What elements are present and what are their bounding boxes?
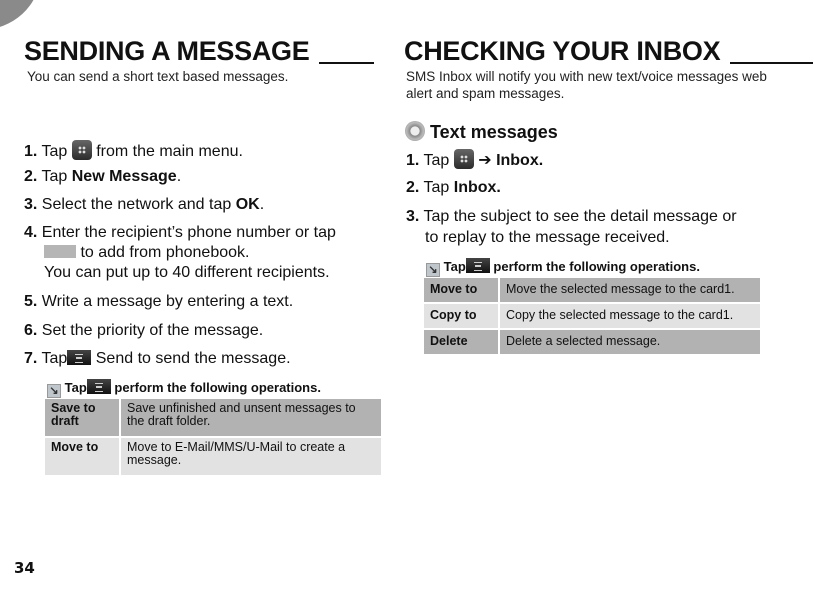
table-value: Copy the selected message to the card1. [500, 304, 760, 328]
right-subtitle-2: alert and spam messages. [406, 86, 565, 101]
step-bold: Inbox. [453, 179, 501, 196]
table-key: Save to draft [45, 399, 119, 436]
step-text: from the main menu. [96, 143, 243, 160]
inbox-step-2: 2. Tap Inbox. [406, 178, 501, 198]
tip-arrow-icon: ↘ [47, 384, 61, 398]
step-number: 4. [24, 224, 38, 241]
inbox-step-1: 1. Tap ➔ Inbox. [406, 149, 543, 171]
step-text: Select the network and tap [41, 196, 232, 213]
step-number: 5. [24, 293, 38, 310]
section-heading: Text messages [405, 121, 558, 143]
left-operations-table: Save to draft Save unfinished and unsent … [43, 397, 383, 477]
step-3: 3. Select the network and tap OK. [24, 195, 264, 215]
tip-text: Tap [443, 259, 466, 274]
table-key: Delete [424, 330, 498, 354]
options-menu-icon [67, 350, 92, 365]
step-bold: New Message [71, 168, 177, 185]
step-text: Tap [41, 168, 68, 185]
step-number: 1. [406, 152, 420, 169]
messages-icon [405, 121, 425, 141]
arrow-right-icon: ➔ [478, 152, 492, 169]
step-text: Tap [41, 143, 68, 160]
inbox-step-3: 3. Tap the subject to see the detail mes… [406, 207, 737, 227]
step-text: . [176, 168, 182, 185]
tip-text: perform the following operations. [493, 259, 700, 274]
step-text: Set the priority of the message. [41, 322, 264, 339]
table-value: Move to E-Mail/MMS/U-Mail to create a me… [121, 438, 381, 475]
title-rule [730, 62, 813, 64]
main-menu-icon [453, 149, 474, 169]
left-title: SENDING A MESSAGE [24, 36, 310, 66]
step-number: 3. [406, 208, 420, 225]
step-6: 6. Set the priority of the message. [24, 321, 263, 341]
step-7: 7. Tap Send to send the message. [24, 349, 291, 369]
table-row: Copy to Copy the selected message to the … [424, 304, 760, 328]
right-title: CHECKING YOUR INBOX [404, 36, 721, 66]
right-operations-table: Move to Move the selected message to the … [422, 276, 762, 356]
step-text: . [259, 196, 265, 213]
tip-text: perform the following operations. [114, 380, 321, 395]
step-number: 2. [406, 179, 420, 196]
step-2: 2. Tap New Message. [24, 167, 181, 187]
table-row: Save to draft Save unfinished and unsent … [45, 399, 381, 436]
step-text: Tap [423, 152, 450, 169]
tip-text: Tap [64, 380, 87, 395]
step-5: 5. Write a message by entering a text. [24, 292, 293, 312]
step-number: 2. [24, 168, 38, 185]
step-text: Enter the recipient’s phone number or ta… [41, 224, 336, 241]
step-number: 6. [24, 322, 38, 339]
step-text: to add from phonebook. [80, 244, 250, 261]
step-number: 7. [24, 350, 38, 367]
phonebook-button-icon [44, 245, 76, 258]
page-corner-decoration [0, 0, 40, 30]
main-menu-icon [71, 140, 92, 160]
inbox-step-3-line2: to replay to the message received. [425, 229, 670, 246]
step-4-line3: You can put up to 40 different recipient… [44, 264, 330, 281]
step-1: 1. Tap from the main menu. [24, 140, 243, 162]
title-rule [319, 62, 374, 64]
page-number: 34 [14, 559, 35, 577]
table-row: Move to Move to E-Mail/MMS/U-Mail to crea… [45, 438, 381, 475]
table-key: Move to [45, 438, 119, 475]
right-subtitle-1: SMS Inbox will notify you with new text/… [406, 69, 767, 84]
options-menu-icon [86, 379, 111, 394]
table-value: Save unfinished and unsent messages to t… [121, 399, 381, 436]
left-subtitle: You can send a short text based messages… [27, 69, 289, 84]
step-text: Tap the subject to see the detail messag… [423, 208, 737, 225]
table-key: Move to [424, 278, 498, 302]
section-title: Text messages [430, 122, 558, 142]
step-text: Tap [41, 350, 68, 367]
right-tip: ↘ Tap perform the following operations. [426, 258, 700, 277]
table-value: Move the selected message to the card1. [500, 278, 760, 302]
step-4-line2: to add from phonebook. [44, 243, 249, 263]
tip-arrow-icon: ↘ [426, 263, 440, 277]
step-text: Tap [423, 179, 450, 196]
table-row: Delete Delete a selected message. [424, 330, 760, 354]
step-bold: Inbox. [496, 152, 544, 169]
step-number: 3. [24, 196, 38, 213]
step-4: 4. Enter the recipient’s phone number or… [24, 223, 336, 243]
table-key: Copy to [424, 304, 498, 328]
step-text: Send to send the message. [95, 350, 291, 367]
step-bold: OK [235, 196, 260, 213]
table-value: Delete a selected message. [500, 330, 760, 354]
step-text: Write a message by entering a text. [41, 293, 294, 310]
table-row: Move to Move the selected message to the … [424, 278, 760, 302]
options-menu-icon [465, 258, 490, 273]
step-number: 1. [24, 143, 38, 160]
left-tip: ↘ Tap perform the following operations. [47, 379, 321, 398]
